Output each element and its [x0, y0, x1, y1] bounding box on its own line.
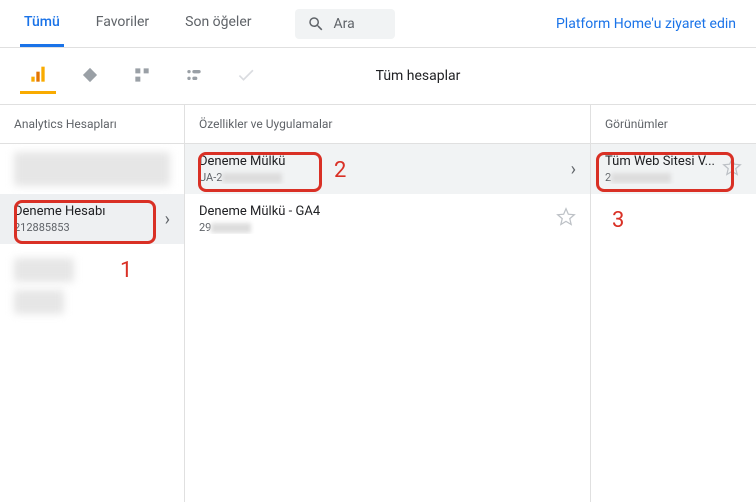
accounts-header: Analytics Hesapları: [0, 105, 184, 144]
view-item-selected[interactable]: Tüm Web Sitesi V... 2: [591, 144, 756, 194]
tab-all[interactable]: Tümü: [20, 0, 64, 47]
star-icon[interactable]: [556, 207, 576, 231]
property-title: Deneme Mülkü: [199, 154, 571, 169]
tag-manager-icon[interactable]: [72, 58, 108, 94]
tab-recent[interactable]: Son öğeler: [181, 0, 255, 47]
search-placeholder: Ara: [333, 16, 354, 32]
account-title: Deneme Hesabı: [14, 204, 165, 219]
view-title: Tüm Web Sitesi V...: [605, 154, 722, 169]
accounts-column: Analytics Hesapları Deneme Hesabı 212885…: [0, 105, 185, 502]
data-studio-icon[interactable]: [176, 58, 212, 94]
star-icon[interactable]: [722, 157, 742, 181]
properties-header: Özellikler ve Uygulamalar: [185, 105, 590, 144]
search-icon: [307, 15, 325, 33]
tab-favorites[interactable]: Favoriler: [92, 0, 153, 47]
views-column: Görünümler Tüm Web Sitesi V... 2: [591, 105, 756, 502]
account-item-redacted[interactable]: [14, 258, 74, 282]
chevron-right-icon: ›: [165, 209, 170, 230]
account-id: 212885853: [14, 221, 165, 234]
chevron-right-icon: ›: [571, 159, 576, 180]
property-item-selected[interactable]: Deneme Mülkü UA-2 ›: [185, 144, 590, 194]
property-item[interactable]: Deneme Mülkü - GA4 29: [185, 194, 590, 244]
property-id: 29: [199, 221, 556, 234]
all-accounts-title: Tüm hesaplar: [376, 68, 641, 84]
search-input[interactable]: Ara: [295, 9, 395, 39]
account-item-redacted[interactable]: [14, 152, 170, 186]
property-id: UA-2: [199, 171, 571, 184]
properties-column: Özellikler ve Uygulamalar Deneme Mülkü U…: [185, 105, 591, 502]
optimize-icon[interactable]: [124, 58, 160, 94]
property-title: Deneme Mülkü - GA4: [199, 204, 556, 219]
surveys-icon[interactable]: [228, 58, 264, 94]
account-item-redacted[interactable]: [14, 290, 64, 314]
account-item-selected[interactable]: Deneme Hesabı 212885853 ›: [0, 194, 184, 244]
analytics-icon[interactable]: [20, 58, 56, 94]
platform-home-link[interactable]: Platform Home'u ziyaret edin: [556, 16, 736, 32]
views-header: Görünümler: [591, 105, 756, 144]
view-id: 2: [605, 171, 722, 184]
